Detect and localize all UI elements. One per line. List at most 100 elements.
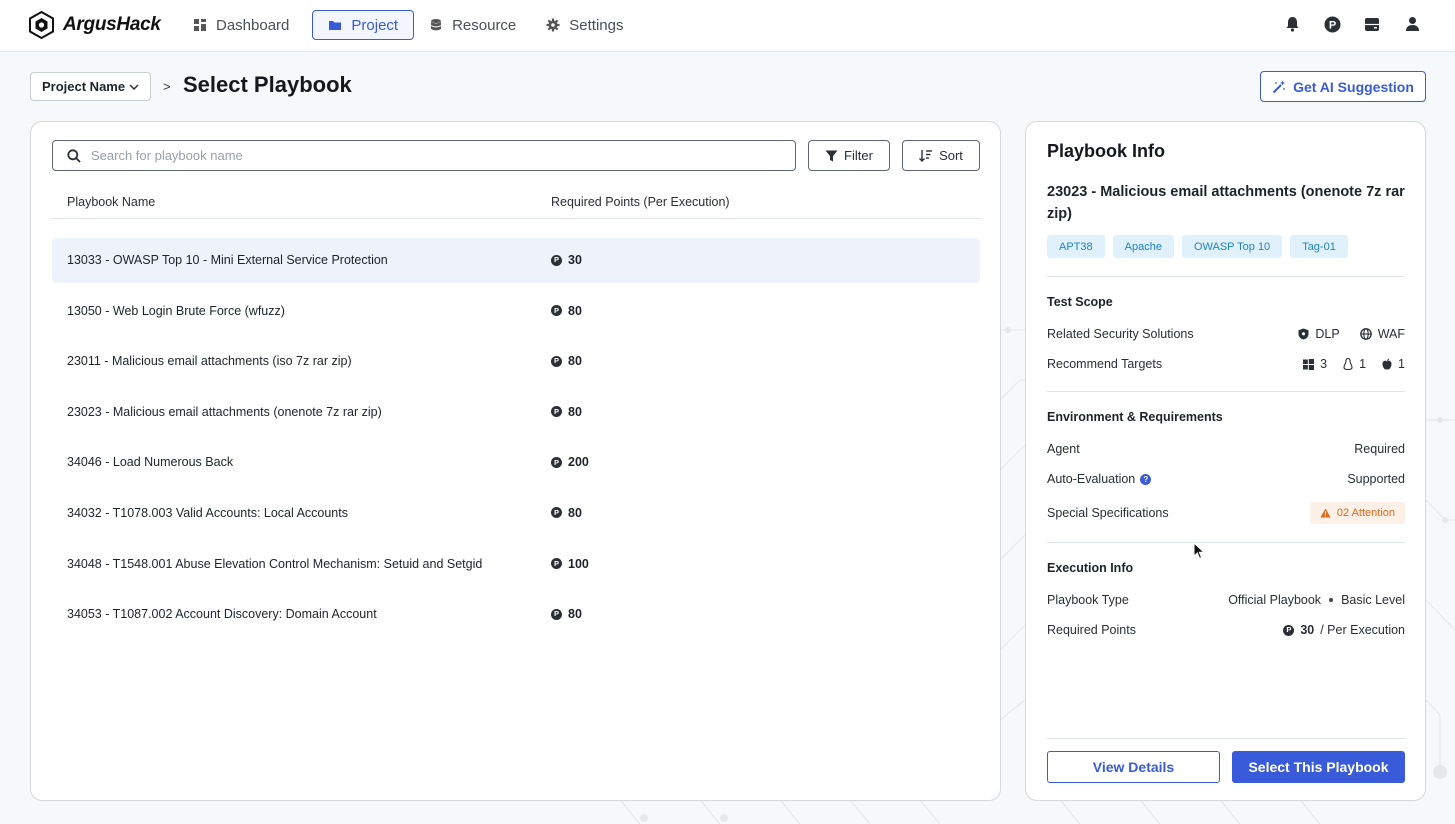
playbook-points: P 30	[551, 253, 582, 267]
table-row[interactable]: 34046 - Load Numerous Back P 200	[52, 440, 980, 485]
attention-badge[interactable]: 02 Attention	[1309, 502, 1405, 524]
points-coin-icon: P	[551, 305, 562, 317]
points-value: 80	[568, 404, 582, 419]
required-points-suffix: / Per Execution	[1320, 623, 1405, 637]
target-linux-count: 1	[1359, 357, 1367, 371]
special-specifications-row: Special Specifications 02 Attention	[1047, 502, 1405, 524]
playbook-points: P 80	[551, 405, 582, 419]
recommend-targets-label: Recommend Targets	[1047, 357, 1163, 371]
auto-evaluation-label-wrap: Auto-Evaluation ?	[1047, 472, 1152, 486]
sort-button[interactable]: Sort	[902, 140, 980, 171]
database-icon	[430, 19, 442, 31]
solution-dlp: DLP	[1315, 327, 1340, 341]
chevron-down-icon	[129, 83, 139, 90]
environment-title: Environment & Requirements	[1047, 410, 1223, 424]
dot-separator	[1329, 598, 1334, 602]
points-coin-icon: P	[551, 507, 562, 519]
argus-logo-icon	[29, 11, 54, 39]
points-coin-icon: P	[551, 355, 562, 367]
points-coin-icon: P	[551, 558, 562, 570]
recommend-targets-row: Recommend Targets 3 1 1	[1047, 357, 1405, 371]
tag[interactable]: Tag-01	[1290, 235, 1348, 258]
top-navigation-bar: ArgusHack Dashboard Project Resource Set…	[0, 0, 1455, 52]
tag-list: APT38 Apache OWASP Top 10 Tag-01	[1047, 235, 1348, 258]
target-windows-count: 3	[1320, 357, 1328, 371]
nav-project[interactable]: Project	[312, 10, 415, 40]
brand-logo[interactable]: ArgusHack	[28, 11, 161, 39]
points-value: 200	[568, 455, 589, 470]
related-solutions-label: Related Security Solutions	[1047, 327, 1194, 341]
points-value: 100	[568, 556, 589, 571]
table-row[interactable]: 23023 - Malicious email attachments (one…	[52, 390, 980, 435]
selected-playbook-name: 23023 - Malicious email attachments (one…	[1047, 184, 1405, 222]
test-scope-title: Test Scope	[1047, 295, 1113, 309]
nav-settings-label: Settings	[569, 16, 624, 34]
shield-icon	[1298, 328, 1309, 340]
playbook-type-label: Playbook Type	[1047, 593, 1129, 607]
nav-dashboard-label: Dashboard	[216, 16, 290, 34]
brand-name: ArgusHack	[63, 14, 161, 35]
tag[interactable]: APT38	[1047, 235, 1105, 258]
auto-evaluation-row: Auto-Evaluation ? Supported	[1047, 472, 1405, 486]
view-details-button[interactable]: View Details	[1047, 751, 1220, 783]
gear-icon	[546, 18, 560, 32]
project-select-dropdown[interactable]: Project Name	[30, 72, 151, 101]
table-header: Playbook Name Required Points (Per Execu…	[52, 187, 980, 219]
windows-icon	[1303, 358, 1315, 370]
playbook-name: 23011 - Malicious email attachments (iso…	[67, 354, 352, 369]
tag[interactable]: Apache	[1112, 235, 1174, 258]
related-solutions-values: DLP WAF	[1298, 327, 1405, 341]
playbook-type-value: Official Playbook Basic Level	[1228, 593, 1405, 607]
column-header-points[interactable]: Required Points (Per Execution)	[551, 195, 730, 209]
get-ai-suggestion-button[interactable]: Get AI Suggestion	[1260, 71, 1426, 102]
nav-resource[interactable]: Resource	[422, 10, 531, 40]
server-icon[interactable]	[1363, 15, 1381, 33]
playbook-name: 34046 - Load Numerous Back	[67, 455, 234, 470]
solution-waf: WAF	[1377, 327, 1405, 341]
nav-settings[interactable]: Settings	[539, 10, 638, 40]
table-row[interactable]: 34032 - T1078.003 Valid Accounts: Local …	[52, 491, 980, 536]
top-actions: P	[1283, 15, 1421, 33]
playbook-info-panel: Playbook Info 23023 - Malicious email at…	[1025, 121, 1426, 801]
playbook-name: 34053 - T1087.002 Account Discovery: Dom…	[67, 607, 377, 622]
tag[interactable]: OWASP Top 10	[1181, 235, 1283, 258]
column-header-name[interactable]: Playbook Name	[67, 195, 155, 209]
bell-icon[interactable]	[1283, 15, 1301, 33]
auto-evaluation-value: Supported	[1347, 472, 1405, 486]
points-coin-icon: P	[551, 456, 562, 468]
points-value: 80	[568, 303, 582, 318]
playbook-points: P 80	[551, 607, 582, 621]
playbook-name: 13033 - OWASP Top 10 - Mini External Ser…	[67, 253, 388, 267]
required-points-number: 30	[1300, 623, 1315, 637]
agent-row: Agent Required	[1047, 442, 1405, 456]
nav-dashboard[interactable]: Dashboard	[186, 10, 304, 40]
attention-label: 02 Attention	[1336, 507, 1395, 519]
search-box[interactable]	[52, 140, 796, 171]
divider	[1047, 391, 1405, 392]
sort-label: Sort	[939, 148, 963, 163]
breadcrumb-separator: >	[163, 79, 171, 94]
select-playbook-button[interactable]: Select This Playbook	[1232, 751, 1405, 783]
points-value: 30	[568, 253, 582, 267]
playbook-type-official: Official Playbook	[1228, 593, 1322, 607]
table-row[interactable]: 13033 - OWASP Top 10 - Mini External Ser…	[52, 238, 980, 283]
get-ai-suggestion-label: Get AI Suggestion	[1293, 78, 1414, 95]
warning-icon	[1320, 508, 1331, 518]
points-icon[interactable]: P	[1323, 15, 1341, 33]
svg-text:P: P	[1328, 19, 1335, 31]
execution-info-title: Execution Info	[1047, 561, 1134, 575]
table-row[interactable]: 34048 - T1548.001 Abuse Elevation Contro…	[52, 542, 980, 587]
divider	[1047, 542, 1405, 543]
user-icon[interactable]	[1403, 15, 1421, 33]
related-solutions-row: Related Security Solutions DLP WAF	[1047, 327, 1405, 341]
table-row[interactable]: 13050 - Web Login Brute Force (wfuzz) P8…	[52, 289, 980, 334]
apple-icon	[1382, 358, 1392, 370]
search-input[interactable]	[91, 148, 771, 163]
auto-evaluation-label: Auto-Evaluation	[1047, 472, 1136, 486]
table-row[interactable]: 23011 - Malicious email attachments (iso…	[52, 339, 980, 384]
points-coin-icon: P	[1283, 624, 1295, 636]
filter-icon	[825, 150, 838, 161]
help-icon[interactable]: ?	[1140, 473, 1152, 485]
table-row[interactable]: 34053 - T1087.002 Account Discovery: Dom…	[52, 592, 980, 637]
filter-button[interactable]: Filter	[808, 140, 890, 171]
